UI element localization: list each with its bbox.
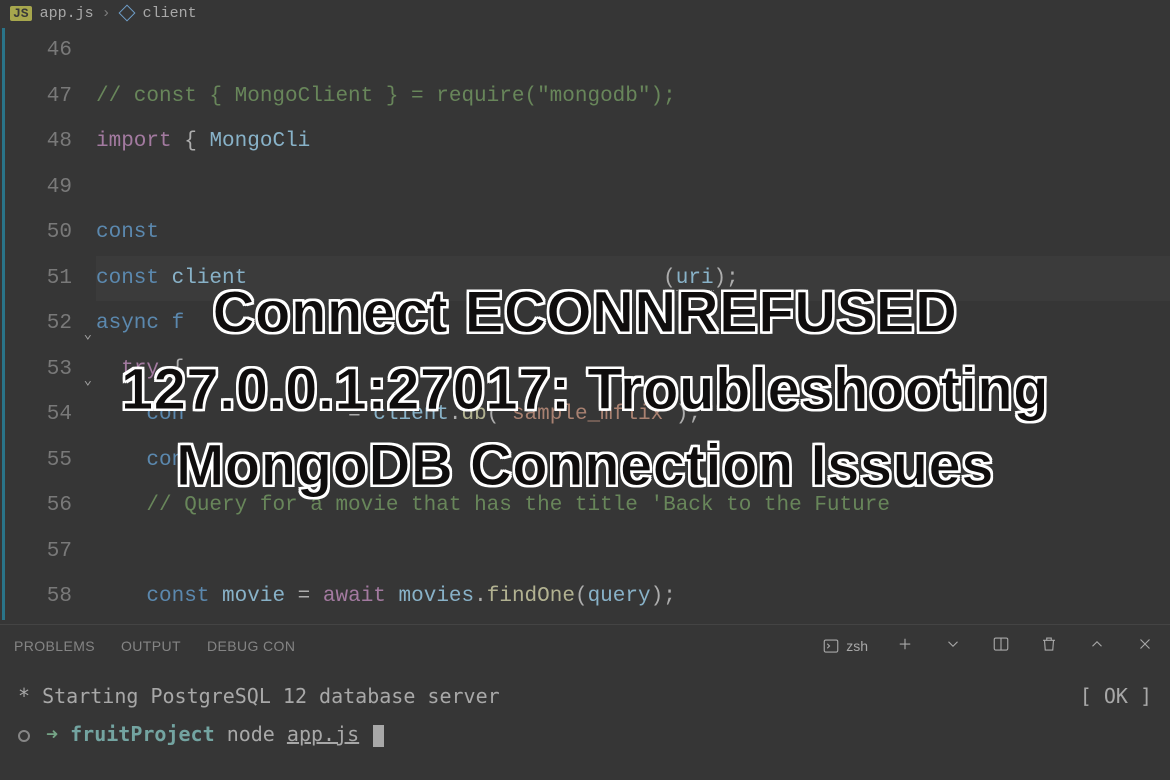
panel-tab-bar: PROBLEMS OUTPUT DEBUG CON zsh [0,625,1170,667]
split-terminal-button[interactable] [990,635,1012,658]
code-line[interactable]: // Query for a movie that has the title … [96,483,1170,529]
line-number: 53 [0,347,72,393]
new-terminal-button[interactable] [894,635,916,658]
code-line[interactable]: cons [96,438,1170,484]
code-line[interactable]: async f [96,301,1170,347]
kill-terminal-button[interactable] [1038,635,1060,658]
terminal-cursor [373,725,384,747]
terminal-body[interactable]: * Starting PostgreSQL 12 database server… [0,667,1170,753]
line-number: 57 [0,529,72,575]
breadcrumb: JS app.js › client [0,0,1170,26]
line-number: 56 [0,483,72,529]
terminal-prompt-line: ➜ fruitProject node app.js [18,715,1152,753]
status-ok: [ OK ] [1080,677,1152,715]
chevron-down-icon [944,635,962,653]
code-line[interactable]: const client (uri); [96,256,1170,302]
terminal-line: * Starting PostgreSQL 12 database server… [18,677,1152,715]
code-area[interactable]: // const { MongoClient } = require("mong… [96,26,1170,624]
fold-icon[interactable]: ⌄ [84,359,92,405]
trash-icon [1040,635,1058,653]
line-number: 47 [0,74,72,120]
code-line[interactable]: const [96,210,1170,256]
chevron-right-icon: › [102,5,111,22]
code-line[interactable]: // const { MongoClient } = require("mong… [96,74,1170,120]
code-editor[interactable]: 464748495051 ⌄ 52 ⌄ 535455565758 // const { … [0,26,1170,624]
plus-icon [896,635,914,653]
bottom-panel: PROBLEMS OUTPUT DEBUG CON zsh * Starting… [0,624,1170,780]
code-line[interactable]: try { [96,347,1170,393]
chevron-up-icon [1088,635,1106,653]
prompt-arrow-icon: ➜ [46,722,70,746]
modified-indicator [2,28,5,620]
line-number: 55 [0,438,72,484]
prompt-argument: app.js [287,722,359,746]
symbol-icon [118,5,135,22]
prompt-project: fruitProject [70,722,215,746]
line-number: 51 [0,256,72,302]
terminal-kind-label: zsh [846,638,868,654]
line-number: 46 [0,28,72,74]
code-line[interactable] [96,28,1170,74]
split-icon [992,635,1010,653]
maximize-panel-button[interactable] [1086,635,1108,658]
close-panel-button[interactable] [1134,635,1156,658]
tab-output[interactable]: OUTPUT [121,638,181,654]
line-number: 49 [0,165,72,211]
terminal-selector[interactable]: zsh [822,637,868,655]
close-icon [1136,635,1154,653]
line-number: 48 [0,119,72,165]
code-line[interactable] [96,165,1170,211]
prompt-circle-icon [18,730,30,742]
line-number-gutter: 464748495051 ⌄ 52 ⌄ 535455565758 [0,26,96,624]
tab-problems[interactable]: PROBLEMS [14,638,95,654]
terminal-icon [822,637,840,655]
line-number: 52 [0,301,72,347]
file-type-badge: JS [10,6,32,21]
breadcrumb-symbol[interactable]: client [143,5,197,22]
code-line[interactable]: con = client.db('sample_mflix'); [96,392,1170,438]
prompt-command: node [227,722,275,746]
breadcrumb-file[interactable]: app.js [40,5,94,22]
line-number: 50 [0,210,72,256]
code-line[interactable]: import { MongoCli [96,119,1170,165]
code-line[interactable]: const movie = await movies.findOne(query… [96,574,1170,620]
tab-debug-console[interactable]: DEBUG CON [207,638,295,654]
line-number: 54 [0,392,72,438]
line-number: 58 [0,574,72,620]
terminal-dropdown[interactable] [942,635,964,658]
fold-icon[interactable]: ⌄ [84,313,92,359]
code-line[interactable] [96,529,1170,575]
